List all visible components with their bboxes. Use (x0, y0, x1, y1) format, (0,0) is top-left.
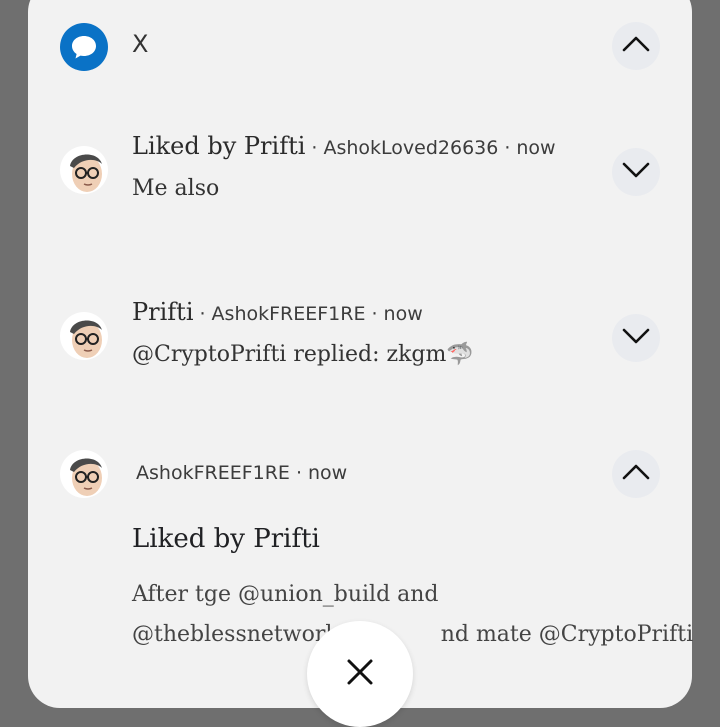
chevron-up-icon (621, 34, 651, 58)
timestamp: now (383, 303, 423, 325)
notification-group-header[interactable]: X (60, 22, 660, 71)
body-line: After tge @union_build and (132, 582, 439, 607)
separator: · (199, 303, 206, 325)
separator: · (504, 137, 511, 159)
account-name: AshokLoved26636 (323, 137, 499, 159)
app-name: X (132, 30, 149, 58)
timestamp: now (307, 462, 348, 484)
shark-emoji: 🦈 (446, 342, 474, 367)
account-name: AshokFREEF1RE (136, 462, 290, 484)
notification-title: Liked by Prifti (132, 132, 306, 160)
expand-button[interactable] (612, 314, 660, 362)
notification-text: @CryptoPrifti replied: zkgm🦈 (132, 342, 474, 367)
notification-title: Liked by Prifti (132, 524, 320, 554)
notification-title: Prifti (132, 298, 194, 326)
separator: · (311, 137, 318, 159)
reply-text: @CryptoPrifti replied: zkgm (132, 342, 447, 367)
separator: · (295, 462, 302, 484)
avatar (60, 450, 108, 498)
dismiss-all-button[interactable] (307, 621, 413, 727)
separator: · (371, 303, 378, 325)
close-icon (345, 657, 375, 691)
collapse-button[interactable] (612, 450, 660, 498)
account-name: AshokFREEF1RE (211, 303, 366, 325)
avatar (60, 312, 108, 360)
body-line-end: nd mate @CryptoPrifti (440, 622, 694, 647)
timestamp: now (516, 137, 556, 159)
speech-bubble-icon (60, 23, 108, 71)
chevron-down-icon (621, 160, 651, 184)
notification-text: Me also (132, 176, 220, 201)
expand-button[interactable] (612, 148, 660, 196)
notification-item[interactable]: Prifti · AshokFREEF1RE · now @CryptoPrif… (60, 288, 660, 388)
chevron-up-icon (621, 462, 651, 486)
body-line-start: @theblessnetwork (132, 622, 339, 647)
notification-item[interactable]: Liked by Prifti · AshokLoved26636 · now … (60, 122, 660, 222)
chevron-down-icon (621, 326, 651, 350)
collapse-group-button[interactable] (612, 22, 660, 70)
avatar (60, 146, 108, 194)
